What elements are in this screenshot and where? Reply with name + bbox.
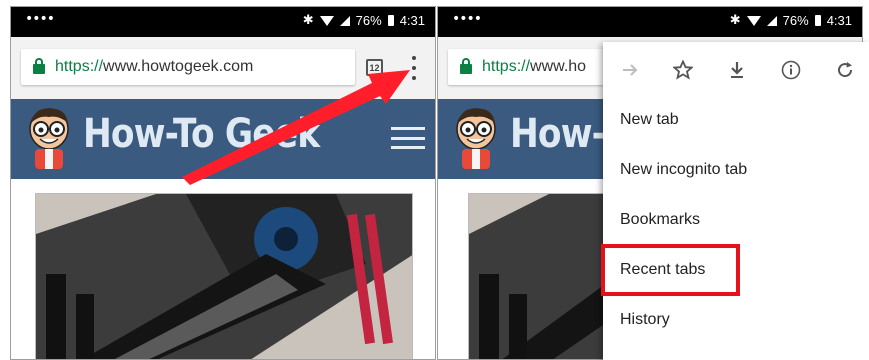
lock-icon <box>460 58 472 74</box>
status-icons: ✱ 76% 4:31 <box>730 13 852 28</box>
dot-icon <box>412 66 416 70</box>
menu-icon-row <box>603 42 869 98</box>
bluetooth-icon: ✱ <box>302 13 314 28</box>
article-image[interactable] <box>468 193 618 359</box>
menu-item-bookmarks[interactable]: Bookmarks <box>603 195 869 245</box>
info-icon[interactable] <box>779 58 803 82</box>
menu-item-history[interactable]: History <box>603 295 869 345</box>
dot-icon <box>412 56 416 60</box>
download-icon[interactable] <box>725 58 749 82</box>
status-icons: ✱ 76% 4:31 <box>303 13 425 28</box>
address-bar[interactable]: https://www.howtogeek.com <box>21 49 355 85</box>
star-icon[interactable] <box>671 58 695 82</box>
wifi-icon <box>746 15 761 26</box>
url-text: https://www.ho <box>482 58 587 75</box>
dot-icon <box>412 76 416 80</box>
forward-icon[interactable] <box>618 58 642 82</box>
geek-mascot-logo <box>456 108 496 169</box>
clock: 4:31 <box>399 13 425 28</box>
overflow-menu: New tab New incognito tab Bookmarks Rece… <box>603 42 869 360</box>
wifi-icon <box>319 15 334 26</box>
recent-tabs-highlight-box <box>601 244 740 296</box>
site-title[interactable]: How- <box>510 111 606 157</box>
overflow-menu-button[interactable] <box>411 56 417 80</box>
geek-mascot-logo <box>29 108 69 169</box>
menu-item-new-incognito-tab[interactable]: New incognito tab <box>603 145 869 195</box>
reload-icon[interactable] <box>833 58 857 82</box>
site-header: How-To Geek <box>11 99 435 179</box>
article-image[interactable] <box>35 193 413 359</box>
menu-item-new-tab[interactable]: New tab <box>603 95 869 145</box>
clock: 4:31 <box>826 13 852 28</box>
cell-signal-icon <box>766 15 777 26</box>
status-bar: •••• ✱ 76% 4:31 <box>438 7 862 37</box>
phone-screenshot-left: •••• ✱ 76% 4:31 https://www.howtogeek.co… <box>10 6 436 360</box>
hamburger-menu-icon[interactable] <box>391 127 425 149</box>
url-text: https://www.howtogeek.com <box>55 58 254 75</box>
battery-icon <box>387 15 394 26</box>
lock-icon <box>33 58 45 74</box>
notification-dots: •••• <box>452 11 482 27</box>
battery-percent: 76% <box>782 13 809 28</box>
browser-toolbar: https://www.howtogeek.com 12 <box>11 37 435 99</box>
notification-dots: •••• <box>25 11 55 27</box>
tab-switcher-button[interactable]: 12 <box>366 59 383 76</box>
status-bar: •••• ✱ 76% 4:31 <box>11 7 435 37</box>
battery-percent: 76% <box>355 13 382 28</box>
site-title[interactable]: How-To Geek <box>83 111 320 157</box>
cell-signal-icon <box>339 15 350 26</box>
bluetooth-icon: ✱ <box>729 13 741 28</box>
battery-icon <box>814 15 821 26</box>
